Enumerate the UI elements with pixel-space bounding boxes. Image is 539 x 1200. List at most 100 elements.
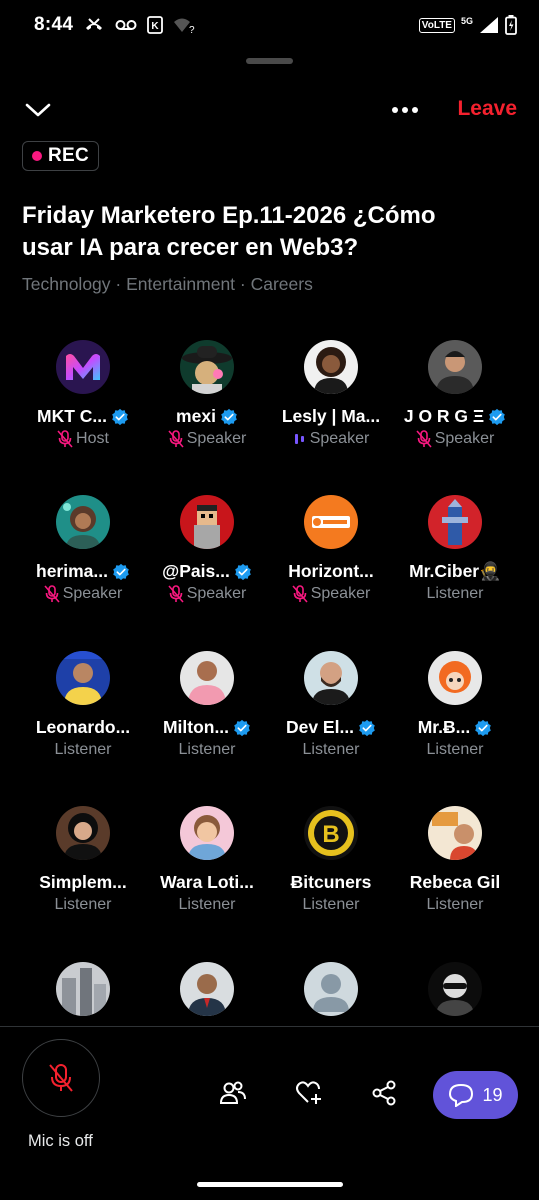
- participant-role-row: Listener: [21, 896, 145, 914]
- participant-role-row: Speaker: [269, 430, 393, 448]
- participant-name-row: Leonardo...: [21, 717, 145, 738]
- react-button[interactable]: [292, 1076, 326, 1110]
- network-type: 5G: [460, 16, 473, 26]
- recording-badge: REC: [22, 141, 100, 171]
- verified-badge-icon: [234, 719, 250, 736]
- participant-item[interactable]: Simplem... Listener: [21, 806, 145, 914]
- participant-role: Listener: [302, 896, 360, 913]
- participants-button[interactable]: [216, 1076, 250, 1110]
- participant-item[interactable]: mexi Speaker: [145, 340, 269, 448]
- participant-role: Listener: [302, 741, 360, 758]
- participant-role-row: Listener: [393, 741, 517, 759]
- verified-badge-icon: [235, 563, 251, 580]
- participant-role-row: Listener: [145, 741, 269, 759]
- participant-name: Lesly | Ma...: [281, 406, 381, 426]
- participant-role-row: Speaker: [145, 585, 269, 603]
- participant-role: Host: [76, 430, 109, 447]
- avatar: [304, 495, 358, 549]
- home-indicator[interactable]: [197, 1182, 343, 1187]
- participant-role: Listener: [178, 896, 236, 913]
- participant-name-row: Dev El...: [269, 717, 393, 738]
- participant-item[interactable]: Dev El... Listener: [269, 651, 393, 759]
- leave-button[interactable]: Leave: [457, 97, 517, 121]
- participant-name: Horizont...: [288, 561, 374, 581]
- wifi-question-icon: ?: [174, 18, 195, 34]
- minimize-button[interactable]: [22, 96, 54, 124]
- status-bar-right: VoLTE 5G: [418, 15, 517, 35]
- more-options-button[interactable]: [386, 96, 424, 124]
- heart-plus-icon: [296, 1081, 321, 1104]
- more-dot-icon: [392, 107, 398, 113]
- avatar: [180, 495, 234, 549]
- participant-name: herima...: [36, 561, 108, 581]
- participant-name-row: Horizont...: [269, 561, 393, 582]
- space-topics: Technology · Entertainment · Careers: [22, 274, 313, 294]
- participant-role: Listener: [54, 896, 112, 913]
- participant-item[interactable]: Wara Loti... Listener: [145, 806, 269, 914]
- mic-muted-icon: [292, 585, 308, 603]
- signal-icon: [480, 17, 498, 33]
- verified-badge-icon: [475, 719, 492, 736]
- mic-muted-icon: [44, 585, 60, 603]
- participant-item[interactable]: [269, 962, 393, 1016]
- avatar: [180, 962, 234, 1016]
- participant-item[interactable]: Mr.Ƀ... Listener: [393, 651, 517, 759]
- participant-item[interactable]: [145, 962, 269, 1016]
- participant-name-row: J O R G Ξ: [393, 406, 517, 427]
- status-bar-left: 8:44 K ?: [34, 14, 195, 36]
- participant-role-row: Listener: [393, 585, 517, 603]
- svg-text:K: K: [152, 21, 160, 32]
- participant-name: Rebeca Gil: [409, 872, 501, 892]
- participant-name-row: herima...: [21, 561, 145, 582]
- participant-item[interactable]: herima... Speaker: [21, 495, 145, 603]
- avatar: [56, 806, 110, 860]
- avatar: [304, 962, 358, 1016]
- mic-toggle-button[interactable]: [22, 1039, 100, 1117]
- avatar: [428, 962, 482, 1016]
- sheet-drag-handle[interactable]: [246, 58, 293, 64]
- participant-item[interactable]: B Ƀitcuners Listener: [269, 806, 393, 914]
- participant-name-row: Mr.Ciber🥷: [393, 561, 517, 582]
- participant-role: Speaker: [62, 585, 123, 602]
- participant-item[interactable]: @Pais... Speaker: [145, 495, 269, 603]
- voicemail-icon: [115, 20, 137, 30]
- participant-role: Listener: [426, 741, 484, 758]
- avatar: [56, 495, 110, 549]
- participant-role-row: Listener: [393, 896, 517, 914]
- participant-name-row: mexi: [145, 406, 269, 427]
- participant-item[interactable]: Milton... Listener: [145, 651, 269, 759]
- chevron-down-icon: [25, 103, 51, 117]
- speaking-bars-icon: [294, 434, 304, 444]
- participant-item[interactable]: [393, 962, 517, 1016]
- verified-badge-icon: [489, 408, 505, 425]
- avatar: [180, 340, 234, 394]
- avatar: [56, 340, 110, 394]
- share-button[interactable]: [367, 1076, 401, 1110]
- participant-item[interactable]: Mr.Ciber🥷 Listener: [393, 495, 517, 603]
- participant-name-row: Milton...: [145, 717, 269, 738]
- participant-item[interactable]: J O R G Ξ Speaker: [393, 340, 517, 448]
- mic-muted-icon: [168, 430, 184, 448]
- participant-item[interactable]: Rebeca Gil Listener: [393, 806, 517, 914]
- mic-off-icon: [49, 1064, 73, 1092]
- battery-icon: [505, 15, 517, 35]
- mic-status-label: Mic is off: [28, 1132, 93, 1150]
- volte-badge: VoLTE: [418, 17, 455, 33]
- participant-item[interactable]: Horizont... Speaker: [269, 495, 393, 603]
- participant-role-row: Listener: [21, 741, 145, 759]
- participant-name: Simplem...: [39, 872, 127, 892]
- mic-muted-icon: [57, 430, 73, 448]
- participant-item[interactable]: Lesly | Ma... Speaker: [269, 340, 393, 448]
- participant-role-row: Speaker: [269, 585, 393, 603]
- participant-role-row: Speaker: [393, 430, 517, 448]
- participant-role: Listener: [54, 741, 112, 758]
- status-bar: 8:44 K ? VoLTE 5G: [0, 0, 539, 50]
- participant-item[interactable]: [21, 962, 145, 1016]
- participant-role: Speaker: [186, 585, 247, 602]
- participant-item[interactable]: Leonardo... Listener: [21, 651, 145, 759]
- avatar: [304, 340, 358, 394]
- participant-name-row: Wara Loti...: [145, 872, 269, 893]
- comments-button[interactable]: 19: [433, 1071, 518, 1119]
- participant-item[interactable]: MKT C... Host: [21, 340, 145, 448]
- verified-badge-icon: [221, 408, 237, 425]
